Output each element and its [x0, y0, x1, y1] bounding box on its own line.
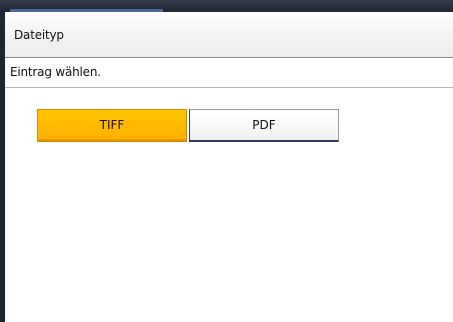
file-type-screen: Dateityp Eintrag wählen. TIFF PDF: [0, 0, 453, 322]
pdf-option-button[interactable]: PDF: [189, 109, 339, 142]
title-bar: Dateityp: [5, 12, 453, 58]
instruction-text: Eintrag wählen.: [10, 65, 101, 79]
tiff-option-button[interactable]: TIFF: [37, 109, 187, 142]
instruction-bar: Eintrag wählen.: [5, 58, 453, 88]
screen-title: Dateityp: [14, 28, 64, 42]
